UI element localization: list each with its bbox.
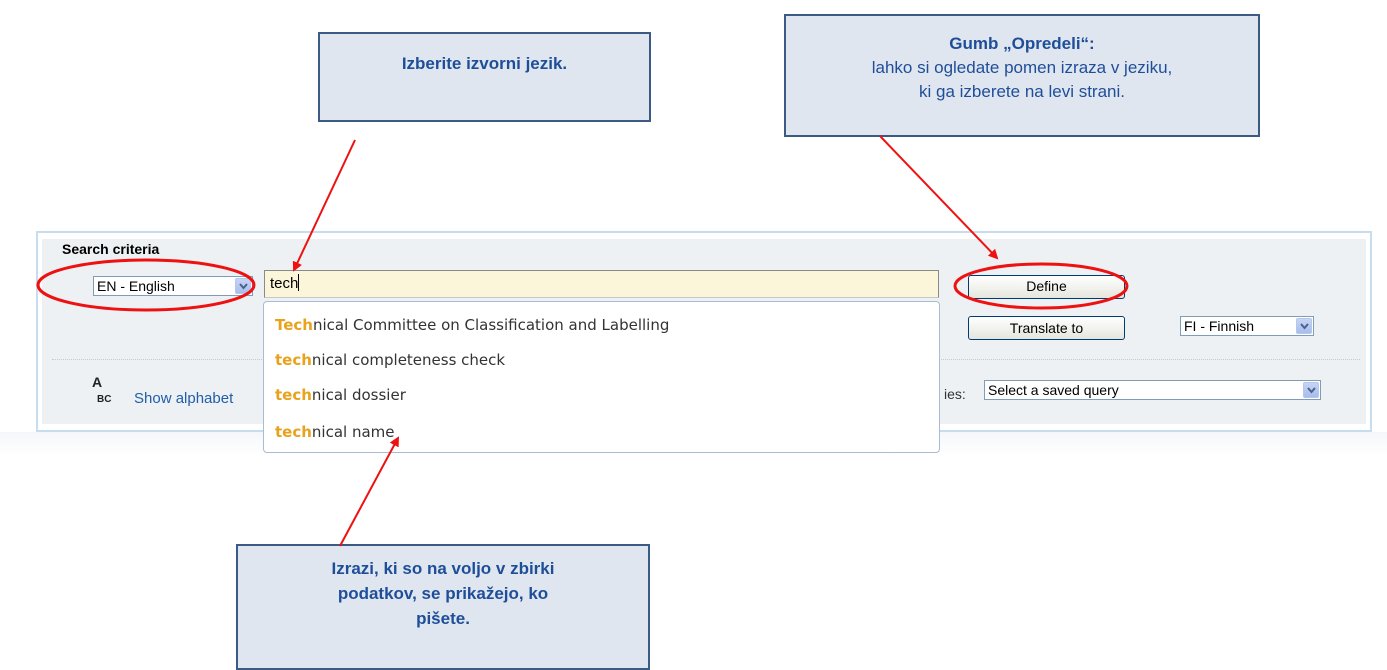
arrow-to-define-button xyxy=(879,135,999,260)
annotation-overlay xyxy=(36,135,1129,547)
arrow-to-search-input xyxy=(292,139,356,272)
highlight-ellipse-source-language xyxy=(36,258,256,312)
highlight-ellipse-define-button xyxy=(953,262,1129,310)
arrow-to-suggestions xyxy=(339,436,399,547)
